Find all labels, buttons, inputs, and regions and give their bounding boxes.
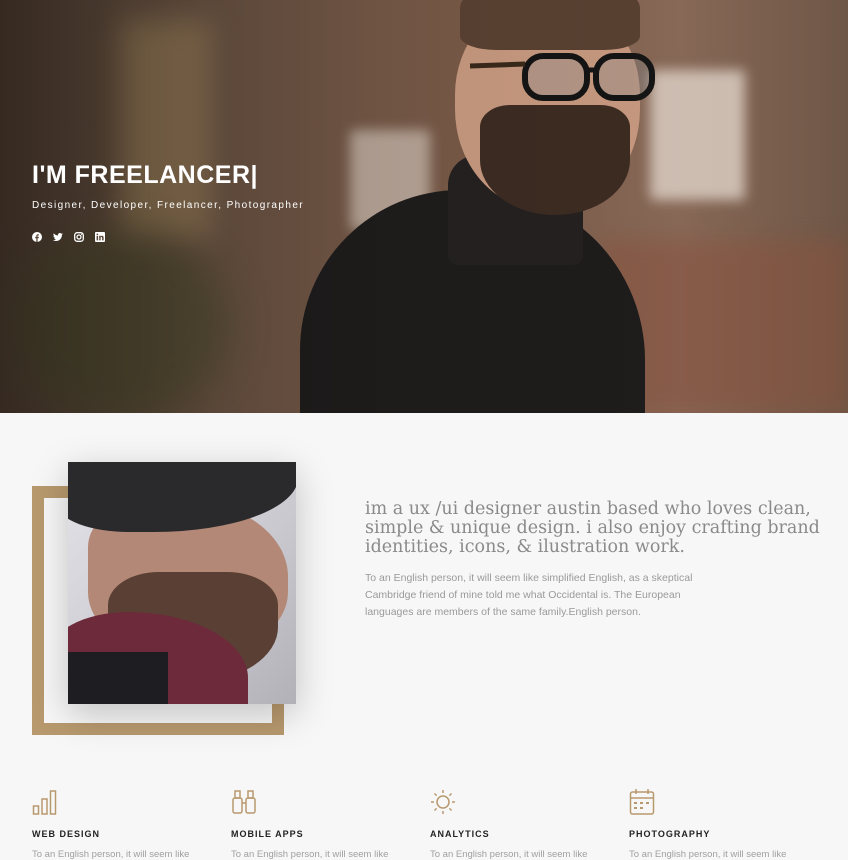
twitter-icon[interactable] (53, 232, 63, 242)
service-title: PHOTOGRAPHY (629, 829, 711, 839)
service-text: To an English person, it will seem like … (32, 849, 190, 860)
binoculars-icon (232, 790, 256, 814)
hero-title: I'M FREELANCER| (32, 161, 258, 189)
service-item: PHOTOGRAPHY To an English person, it wil… (629, 788, 828, 860)
service-title: MOBILE APPS (231, 829, 304, 839)
calendar-icon (629, 789, 655, 815)
hero-subtitle: Designer, Developer, Freelancer, Photogr… (32, 200, 305, 211)
photo-coat (68, 652, 168, 704)
service-item: WEB DESIGN To an English person, it will… (32, 788, 231, 860)
service-title: ANALYTICS (430, 829, 490, 839)
hero-section: I'M FREELANCER| Designer, Developer, Fre… (0, 0, 848, 413)
about-text-block: im a ux /ui designer austin based who lo… (365, 500, 820, 621)
about-body: To an English person, it will seem like … (365, 572, 693, 618)
service-text: To an English person, it will seem like … (430, 849, 588, 860)
service-item: MOBILE APPS To an English person, it wil… (231, 788, 430, 860)
services-row: WEB DESIGN To an English person, it will… (32, 788, 832, 860)
sun-icon (431, 790, 455, 814)
hero-text-block: I'M FREELANCER| Designer, Developer, Fre… (32, 160, 304, 242)
service-item: ANALYTICS To an English person, it will … (430, 788, 629, 860)
about-heading: im a ux /ui designer austin based who lo… (365, 499, 820, 557)
service-title: WEB DESIGN (32, 829, 101, 839)
bar-chart-icon (32, 790, 57, 815)
photo-beanie (68, 462, 296, 532)
social-links (32, 232, 304, 242)
service-text: To an English person, it will seem like … (629, 849, 787, 860)
facebook-icon[interactable] (32, 232, 42, 242)
linkedin-icon[interactable] (95, 232, 105, 242)
instagram-icon[interactable] (74, 232, 84, 242)
about-photo (68, 462, 296, 704)
service-text: To an English person, it will seem like … (231, 849, 389, 860)
